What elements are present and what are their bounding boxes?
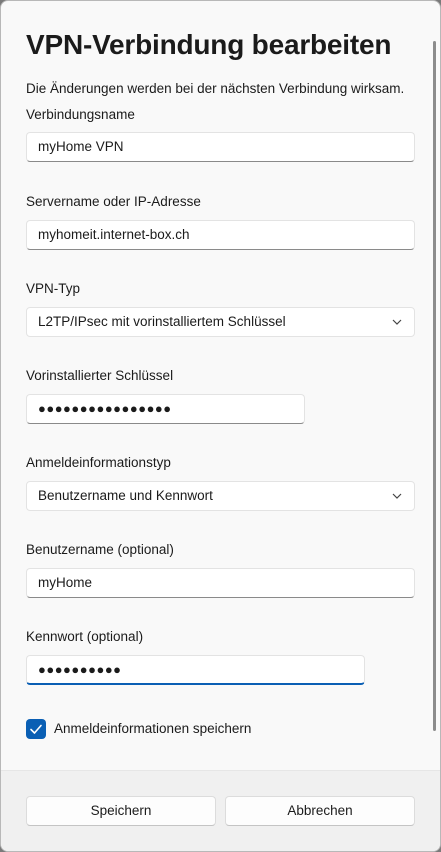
dialog-title: VPN-Verbindung bearbeiten — [26, 29, 392, 60]
username-value: myHome — [38, 575, 93, 590]
vpn-type-dropdown[interactable]: L2TP/IPsec mit vorinstalliertem Schlüsse… — [26, 307, 415, 337]
credential-type-value: Benutzername und Kennwort — [38, 488, 213, 503]
checkmark-icon — [30, 724, 42, 734]
vpn-type-value: L2TP/IPsec mit vorinstalliertem Schlüsse… — [38, 314, 286, 329]
chevron-down-icon — [392, 493, 402, 499]
remember-credentials-checkbox[interactable] — [26, 719, 46, 739]
server-value: myhomeit.internet-box.ch — [38, 227, 190, 242]
credential-type-dropdown[interactable]: Benutzername und Kennwort — [26, 481, 415, 511]
connection-name-input[interactable]: myHome VPN — [26, 132, 415, 162]
credential-type-label: Anmeldeinformationstyp — [26, 455, 171, 470]
dialog-description: Die Änderungen werden bei der nächsten V… — [26, 81, 405, 96]
scrollbar[interactable] — [433, 41, 436, 731]
password-input[interactable]: ●●●●●●●●●● — [26, 655, 365, 685]
save-button[interactable]: Speichern — [26, 796, 216, 826]
dialog-footer: Speichern Abbrechen — [1, 770, 440, 851]
vpn-type-label: VPN-Typ — [26, 281, 81, 296]
remember-credentials-label: Anmeldeinformationen speichern — [54, 721, 252, 736]
cancel-button[interactable]: Abbrechen — [225, 796, 415, 826]
server-label: Servername oder IP-Adresse — [26, 194, 201, 209]
edit-vpn-dialog: VPN-Verbindung bearbeiten Die Änderungen… — [0, 0, 441, 852]
preshared-key-value: ●●●●●●●●●●●●●●●● — [38, 401, 172, 416]
preshared-key-input[interactable]: ●●●●●●●●●●●●●●●● — [26, 394, 305, 424]
chevron-down-icon — [392, 319, 402, 325]
password-value: ●●●●●●●●●● — [38, 662, 122, 677]
preshared-key-label: Vorinstallierter Schlüssel — [26, 368, 174, 383]
username-input[interactable]: myHome — [26, 568, 415, 598]
server-input[interactable]: myhomeit.internet-box.ch — [26, 220, 415, 250]
username-label: Benutzername (optional) — [26, 542, 174, 557]
connection-name-value: myHome VPN — [38, 139, 124, 154]
password-label: Kennwort (optional) — [26, 629, 144, 644]
connection-name-label: Verbindungsname — [26, 107, 135, 122]
